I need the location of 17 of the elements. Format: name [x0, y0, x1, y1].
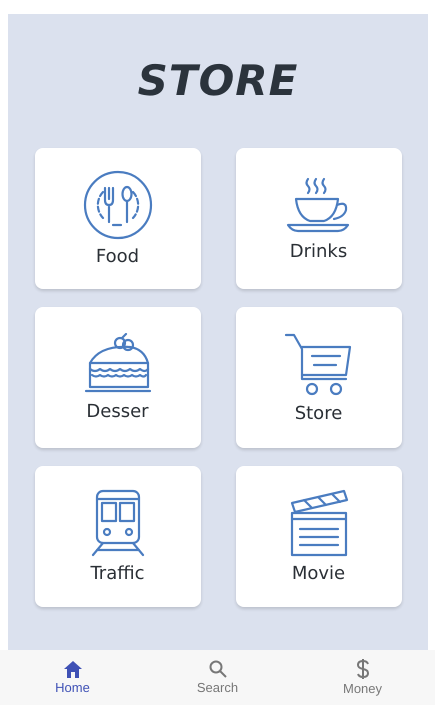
home-icon — [64, 660, 82, 678]
nav-tab[interactable]: Search — [145, 650, 290, 705]
nav-tab[interactable]: Money — [290, 650, 435, 705]
category-card[interactable]: Desser — [34, 307, 200, 448]
dollar-icon — [356, 659, 370, 679]
category-card[interactable]: Movie — [236, 466, 402, 607]
shopping-cart-icon — [284, 331, 354, 397]
category-card[interactable]: Drinks — [236, 148, 402, 289]
category-card[interactable]: Store — [236, 307, 402, 448]
category-card[interactable]: Traffic — [34, 466, 200, 607]
nav-tab[interactable]: Home — [0, 650, 145, 705]
category-card[interactable]: Food — [34, 148, 200, 289]
page-title: STORE — [138, 60, 298, 102]
plate-cutlery-icon — [82, 170, 152, 240]
cake-icon — [84, 333, 152, 395]
coffee-cup-icon — [286, 175, 352, 235]
search-icon — [208, 660, 226, 678]
